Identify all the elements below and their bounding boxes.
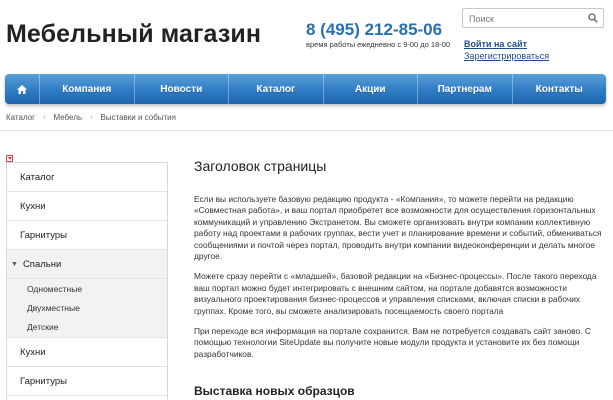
sidebar-menu: Каталог Кухни Гарнитуры ▼ Спальни Одноме… [6,162,168,400]
breadcrumb-item[interactable]: Мебель [53,113,82,122]
sidebar-subitem-kids[interactable]: Детские [7,317,167,338]
nav-item-contacts[interactable]: Контакты [513,74,607,104]
section-title: Выставка новых образцов [194,384,355,398]
phone-number: 8 (495) 212-85-06 [306,20,443,39]
breadcrumb-item-current: Выставки и события [100,113,176,122]
collapse-icon[interactable] [6,155,13,162]
sidebar-item-kitchens-2[interactable]: Кухни [7,338,167,367]
breadcrumb-item[interactable]: Каталог [6,113,35,122]
site-header: Мебельный магазин 8 (495) 212-85-06 врем… [0,0,613,72]
sidebar-item-label: Кухни [20,346,46,358]
sidebar-subitem-single[interactable]: Одноместные [7,279,167,298]
nav-item-partners[interactable]: Партнерам [418,74,513,104]
chevron-down-icon: ▼ [11,260,18,268]
content-paragraph: Можете сразу перейти с «младшей», базово… [194,271,597,316]
nav-item-company[interactable]: Компания [40,74,135,104]
page-title: Заголовок страницы [194,158,327,174]
sidebar-item-label: Кухни [20,200,46,212]
search-input[interactable] [463,10,587,28]
search-box[interactable] [462,8,604,28]
divider [0,130,613,131]
site-title[interactable]: Мебельный магазин [6,20,261,49]
breadcrumb: Каталог › Мебель › Выставки и события [6,113,176,122]
login-link[interactable]: Войти на сайт [464,39,527,49]
working-hours: время работы ежедневно с 9-00 до 18-00 [306,40,451,49]
sidebar-item-label: Спальни [22,258,62,270]
content-paragraph: Если вы используете базовую редакцию про… [194,194,602,262]
sidebar-item-bedrooms[interactable]: ▼ Спальни [7,250,167,279]
home-icon [17,84,27,94]
nav-item-news[interactable]: Новости [135,74,229,104]
main-nav: Компания Новости Каталог Акции Партнерам… [5,74,606,104]
content-paragraph: При переходе вся информация на портале с… [194,326,591,359]
sidebar-item-kitchens[interactable]: Кухни [7,192,167,221]
sidebar-item-catalog[interactable]: Каталог [7,163,167,192]
sidebar-item-label: Каталог [20,171,55,183]
sidebar-item-sets[interactable]: Гарнитуры [7,221,167,250]
breadcrumb-separator-icon: › [43,114,46,121]
search-icon[interactable] [588,13,598,23]
register-link[interactable]: Зарегистрироваться [464,51,549,61]
main-content: Заголовок страницы Если вы используете б… [194,158,606,369]
nav-item-catalog[interactable]: Каталог [229,74,324,104]
sidebar-item-label: Гарнитуры [20,229,67,241]
breadcrumb-separator-icon: › [90,114,93,121]
sidebar-item-label: Гарнитуры [20,375,67,387]
sidebar-subitem-double[interactable]: Двухместные [7,298,167,317]
sidebar-item-sets-2[interactable]: Гарнитуры [7,367,167,396]
nav-home-button[interactable] [5,74,40,104]
nav-item-promotions[interactable]: Акции [324,74,418,104]
